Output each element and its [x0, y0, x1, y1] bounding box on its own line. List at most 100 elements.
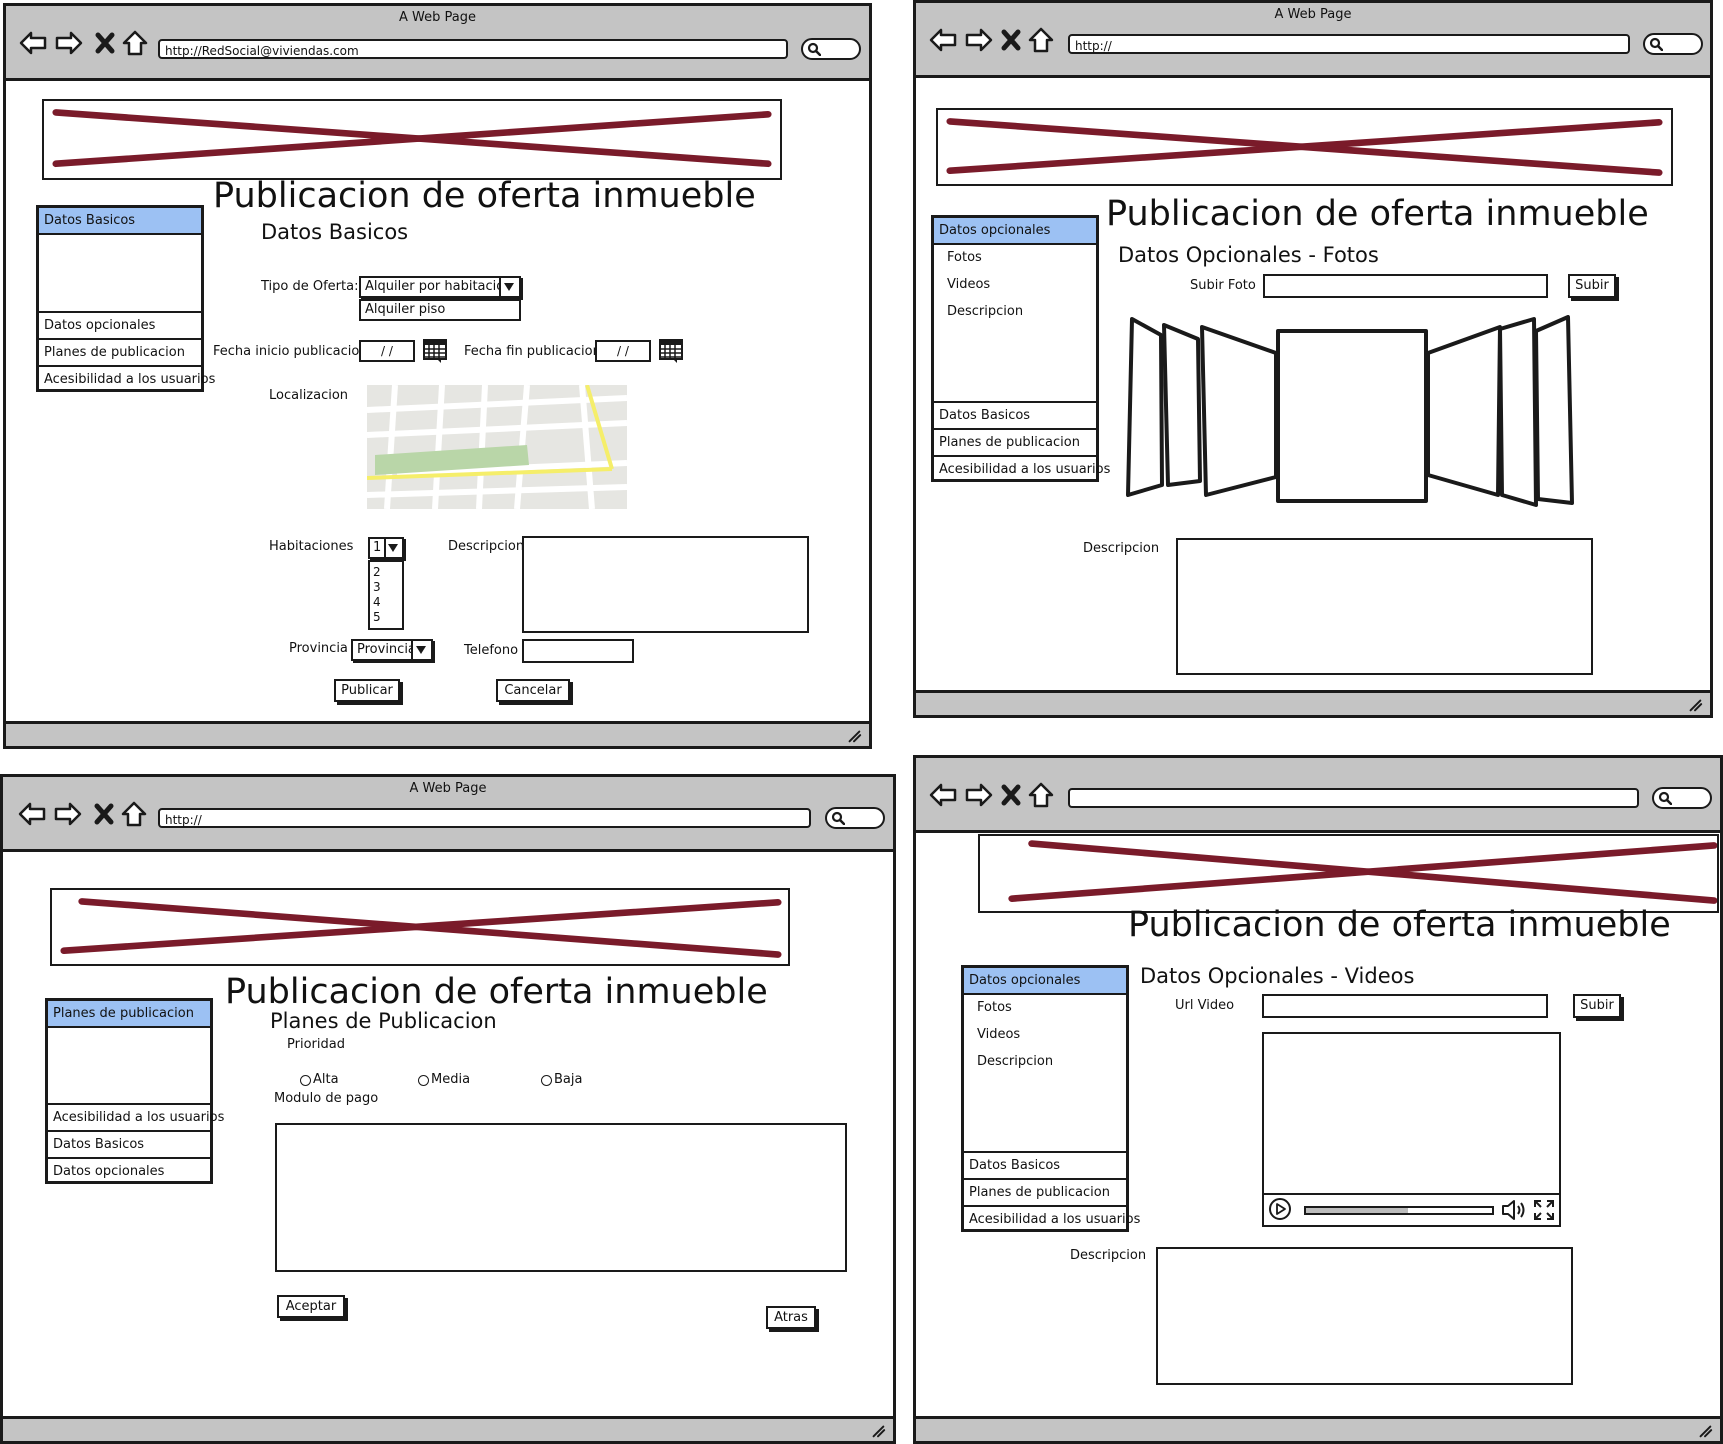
provincia-selected: Provincia: [357, 642, 416, 657]
sidebar-subitem-videos[interactable]: Videos: [977, 1027, 1020, 1042]
sidebar-item-planes[interactable]: Planes de publicacion: [934, 428, 1096, 455]
sidebar-item-datos-opcionales[interactable]: Datos opcionales: [964, 968, 1126, 995]
tipo-oferta-select[interactable]: Alquiler por habitacion: [359, 276, 521, 298]
aceptar-button[interactable]: Aceptar: [277, 1295, 345, 1318]
sidebar-item-datos-opcionales[interactable]: Datos opcionales: [934, 218, 1096, 245]
search-button[interactable]: [1643, 33, 1703, 55]
sidebar-item-acesibilidad[interactable]: Acesibilidad a los usuarios: [934, 455, 1110, 482]
radio-alta[interactable]: [300, 1075, 311, 1086]
forward-arrow-icon[interactable]: [53, 799, 83, 829]
sidebar-subitem-fotos[interactable]: Fotos: [977, 1000, 1012, 1015]
url-input[interactable]: http://: [158, 808, 811, 828]
sidebar-item-datos-basicos[interactable]: Datos Basicos: [48, 1130, 210, 1157]
forward-arrow-icon[interactable]: [964, 25, 994, 55]
publicar-button[interactable]: Publicar: [334, 679, 400, 702]
subir-button[interactable]: Subir: [1568, 274, 1616, 298]
descripcion-textarea[interactable]: [1176, 538, 1593, 675]
option-2[interactable]: 2: [370, 565, 402, 580]
window-title: A Web Page: [1274, 7, 1352, 22]
sidebar-item-acesibilidad[interactable]: Acesibilidad a los usuarios: [48, 1103, 224, 1130]
tipo-oferta-option[interactable]: Alquiler piso: [359, 299, 521, 321]
sidebar-subitem-descripcion[interactable]: Descripcion: [947, 304, 1023, 319]
resize-grip-icon[interactable]: [1696, 1423, 1714, 1439]
calendar-icon[interactable]: [423, 339, 447, 364]
search-button[interactable]: [1652, 787, 1712, 809]
sidebar-subitem-videos[interactable]: Videos: [947, 277, 990, 292]
url-input[interactable]: [1068, 788, 1639, 808]
browser-toolbar: A Web Page http://RedSocial@viviendas.co…: [6, 6, 869, 81]
home-icon[interactable]: [1026, 780, 1056, 810]
descripcion-label: Descripcion: [1070, 1248, 1147, 1263]
resize-grip-icon[interactable]: [1686, 697, 1704, 713]
chevron-down-icon: [411, 641, 431, 659]
close-icon[interactable]: [996, 780, 1026, 810]
location-map[interactable]: [366, 384, 628, 510]
calendar-icon[interactable]: [659, 339, 683, 364]
fecha-inicio-input[interactable]: / /: [359, 340, 415, 362]
status-bar: [916, 690, 1710, 715]
option-4[interactable]: 4: [370, 595, 402, 610]
sidebar-item-datos-opcionales[interactable]: Datos opcionales: [48, 1157, 210, 1184]
video-progress-track[interactable]: [1304, 1206, 1494, 1215]
cancelar-button[interactable]: Cancelar: [496, 679, 570, 702]
close-icon[interactable]: [996, 25, 1026, 55]
search-icon: [1649, 37, 1663, 51]
sidebar-item-planes[interactable]: Planes de publicacion: [48, 1001, 210, 1028]
close-icon[interactable]: [89, 799, 119, 829]
video-progress-fill: [1306, 1208, 1409, 1213]
descripcion-textarea[interactable]: [1156, 1247, 1573, 1385]
video-player[interactable]: [1262, 1032, 1561, 1227]
search-button[interactable]: [825, 807, 885, 829]
radio-media[interactable]: [418, 1075, 429, 1086]
page-title: Publicacion de oferta inmueble: [1106, 194, 1649, 234]
atras-button[interactable]: Atras: [766, 1306, 816, 1329]
back-arrow-icon[interactable]: [928, 780, 958, 810]
provincia-label: Provincia: [289, 641, 348, 656]
descripcion-textarea[interactable]: [522, 536, 809, 633]
sidebar-subitem-fotos[interactable]: Fotos: [947, 250, 982, 265]
photo-cover-flow[interactable]: [1126, 315, 1586, 507]
forward-arrow-icon[interactable]: [964, 780, 994, 810]
home-icon[interactable]: [1026, 25, 1056, 55]
habitaciones-selected: 1: [373, 540, 382, 555]
option-5[interactable]: 5: [370, 610, 402, 625]
subir-button[interactable]: Subir: [1573, 994, 1621, 1018]
habitaciones-select[interactable]: 1: [368, 537, 404, 559]
home-icon[interactable]: [119, 799, 149, 829]
sidebar-item-datos-basicos[interactable]: Datos Basicos: [964, 1151, 1126, 1178]
url-input[interactable]: http://RedSocial@viviendas.com: [158, 39, 788, 59]
section-title: Datos Opcionales - Fotos: [1118, 243, 1379, 267]
sidebar-subitem-descripcion[interactable]: Descripcion: [977, 1054, 1053, 1069]
subir-foto-input[interactable]: [1263, 274, 1548, 298]
resize-grip-icon[interactable]: [845, 728, 863, 744]
resize-grip-icon[interactable]: [869, 1423, 887, 1439]
back-arrow-icon[interactable]: [928, 25, 958, 55]
telefono-input[interactable]: [522, 639, 634, 663]
sidebar-item-datos-basicos[interactable]: Datos Basicos: [39, 208, 201, 235]
sidebar-item-acesibilidad[interactable]: Acesibilidad a los usuarios: [39, 365, 215, 392]
search-icon: [807, 42, 821, 56]
browser-toolbar: A Web Page http://: [3, 777, 893, 852]
fecha-fin-input[interactable]: / /: [595, 340, 651, 362]
url-video-input[interactable]: [1262, 994, 1548, 1018]
sidebar-item-datos-basicos[interactable]: Datos Basicos: [934, 401, 1096, 428]
sidebar-item-acesibilidad[interactable]: Acesibilidad a los usuarios: [964, 1205, 1140, 1232]
close-icon[interactable]: [90, 28, 120, 58]
search-button[interactable]: [801, 38, 861, 60]
provincia-select[interactable]: Provincia: [351, 639, 433, 661]
volume-icon[interactable]: [1500, 1198, 1528, 1222]
sidebar-item-planes[interactable]: Planes de publicacion: [39, 338, 201, 365]
banner-image-placeholder: [978, 834, 1719, 913]
play-icon[interactable]: [1268, 1197, 1292, 1221]
sidebar-item-planes[interactable]: Planes de publicacion: [964, 1178, 1126, 1205]
radio-baja[interactable]: [541, 1075, 552, 1086]
sidebar-item-datos-opcionales[interactable]: Datos opcionales: [39, 311, 201, 338]
fullscreen-icon[interactable]: [1532, 1198, 1556, 1222]
url-input[interactable]: http://: [1068, 34, 1630, 54]
home-icon[interactable]: [120, 28, 150, 58]
modulo-pago-panel[interactable]: [275, 1123, 847, 1272]
back-arrow-icon[interactable]: [17, 799, 47, 829]
back-arrow-icon[interactable]: [18, 28, 48, 58]
forward-arrow-icon[interactable]: [54, 28, 84, 58]
option-3[interactable]: 3: [370, 580, 402, 595]
